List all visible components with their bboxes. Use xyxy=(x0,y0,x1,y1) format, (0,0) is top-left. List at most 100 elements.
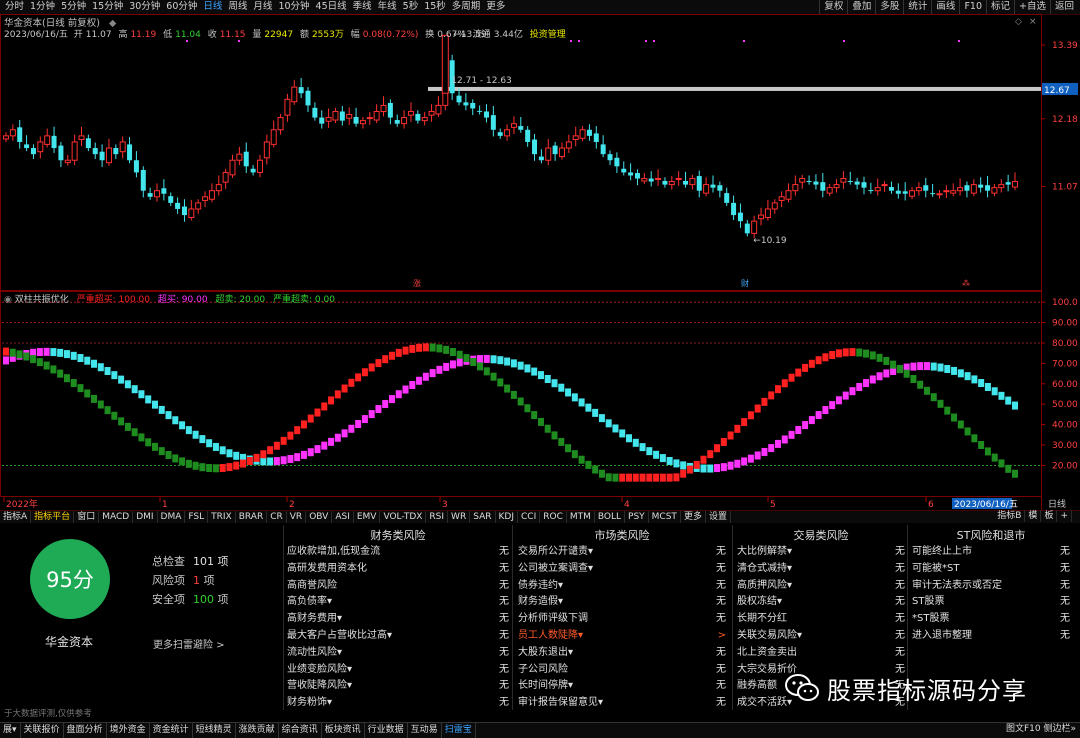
indicator-tab[interactable]: 更多 xyxy=(681,511,706,523)
indicator-tab[interactable]: SAR xyxy=(470,511,496,523)
indicator-tab[interactable]: DMI xyxy=(133,511,158,523)
risk-item[interactable]: 财务造假▾ 无 xyxy=(518,593,726,610)
bottom-tab[interactable]: 展▾ xyxy=(0,723,21,738)
indicator-tab-right[interactable]: 指标B xyxy=(994,510,1026,522)
risk-item[interactable]: 应收款增加,低现金流 无 xyxy=(287,543,509,560)
toolbar-button[interactable]: 叠加 xyxy=(847,0,875,14)
risk-item[interactable]: *ST股票 无 xyxy=(912,610,1070,627)
indicator-tab[interactable]: BOLL xyxy=(595,511,626,523)
indicator-tab[interactable]: MACD xyxy=(99,511,134,523)
indicator-tab[interactable]: RSI xyxy=(426,511,449,523)
risk-item[interactable]: 大股东退出▾ 无 xyxy=(518,644,726,661)
indicator-tab[interactable]: 指标平台 xyxy=(31,511,75,523)
risk-item[interactable]: 高负债率▾ 无 xyxy=(287,593,509,610)
risk-item[interactable]: 高商誉风险 无 xyxy=(287,577,509,594)
timeframe-tab[interactable]: 1分钟 xyxy=(27,0,58,14)
timeframe-tab[interactable]: 年线 xyxy=(375,0,400,14)
toolbar-button[interactable]: 标记 xyxy=(986,0,1014,14)
toolbar-button[interactable]: 返回 xyxy=(1049,0,1078,14)
industry-tag[interactable]: 投资管理 xyxy=(530,30,566,40)
risk-item[interactable]: 高质押风险▾ 无 xyxy=(737,577,905,594)
bottom-tab[interactable]: 扫雷宝 xyxy=(442,723,476,738)
risk-item[interactable]: 审计报告保留意见▾ 无 xyxy=(518,694,726,711)
risk-item[interactable]: 长期不分红 无 xyxy=(737,610,905,627)
risk-item[interactable]: 债券违约▾ 无 xyxy=(518,577,726,594)
indicator-tab[interactable]: OBV xyxy=(306,511,333,523)
bottom-tab[interactable]: 盘面分析 xyxy=(64,723,107,738)
indicator-tab[interactable]: BRAR xyxy=(236,511,268,523)
indicator-tab[interactable]: FSL xyxy=(185,511,209,523)
toolbar-button[interactable]: 统计 xyxy=(903,0,931,14)
indicator-tab[interactable]: DMA xyxy=(158,511,186,523)
timeframe-tab[interactable]: 月线 xyxy=(250,0,275,14)
toolbar-button[interactable]: 复权 xyxy=(819,0,847,14)
bottom-tab[interactable]: 综合资讯 xyxy=(279,723,322,738)
indicator-tab[interactable]: MCST xyxy=(649,511,681,523)
bottom-tab[interactable]: 境外资金 xyxy=(107,723,150,738)
risk-item[interactable]: 员工人数陡降▾ > xyxy=(518,627,726,644)
bottom-tab[interactable]: 行业数据 xyxy=(365,723,408,738)
bottom-tab[interactable]: 关联报价 xyxy=(21,723,64,738)
timeframe-tab[interactable]: 10分钟 xyxy=(275,0,312,14)
risk-item[interactable]: 清仓式减持▾ 无 xyxy=(737,560,905,577)
bottom-tab[interactable]: 资金统计 xyxy=(150,723,193,738)
indicator-tab[interactable]: VR xyxy=(287,511,307,523)
indicator-tab[interactable]: CR xyxy=(267,511,287,523)
timeframe-tab[interactable]: 15分钟 xyxy=(89,0,126,14)
toolbar-button[interactable]: F10 xyxy=(959,0,986,14)
risk-item[interactable]: 长时间停牌▾ 无 xyxy=(518,677,726,694)
timeframe-tab[interactable]: 周线 xyxy=(225,0,250,14)
timeframe-tab[interactable]: 更多 xyxy=(483,0,508,14)
indicator-tab-right[interactable]: + xyxy=(1057,510,1072,522)
risk-item[interactable]: 营收陡降风险▾ 无 xyxy=(287,677,509,694)
indicator-tab[interactable]: PSY xyxy=(625,511,649,523)
indicator-tab[interactable]: MTM xyxy=(567,511,595,523)
toolbar-button[interactable]: 画线 xyxy=(931,0,959,14)
risk-item[interactable]: 高财务费用▾ 无 xyxy=(287,610,509,627)
indicator-tab[interactable]: VOL-TDX xyxy=(380,511,427,523)
indicator-tab[interactable]: EMV xyxy=(354,511,381,523)
bottom-tab[interactable]: 短线精灵 xyxy=(193,723,236,738)
bottom-tab[interactable]: 板块资讯 xyxy=(322,723,365,738)
bottom-tab[interactable]: 涨跌贡献 xyxy=(236,723,279,738)
timeframe-tab[interactable]: 日线 xyxy=(200,0,225,14)
indicator-tab[interactable]: WR xyxy=(448,511,471,523)
risk-item[interactable]: 财务粉饰▾ 无 xyxy=(287,694,509,711)
indicator-tab[interactable]: TRIX xyxy=(208,511,236,523)
timeframe-tab[interactable]: 60分钟 xyxy=(163,0,200,14)
risk-item[interactable]: 公司被立案调查▾ 无 xyxy=(518,560,726,577)
indicator-tab[interactable]: ROC xyxy=(540,511,567,523)
risk-item[interactable]: 交易所公开谴责▾ 无 xyxy=(518,543,726,560)
timeframe-tab[interactable]: 多周期 xyxy=(449,0,484,14)
toolbar-button[interactable]: 多股 xyxy=(875,0,903,14)
risk-item[interactable]: 高研发费用资本化 无 xyxy=(287,560,509,577)
indicator-tab[interactable]: 指标A xyxy=(0,511,32,523)
f10-sidebar-link[interactable]: 图文F10 侧边栏» xyxy=(1006,722,1076,737)
indicator-tab[interactable]: 窗口 xyxy=(74,511,100,523)
indicator-name[interactable]: 双柱共振优化 xyxy=(15,295,69,305)
risk-item[interactable]: 分析师评级下调 无 xyxy=(518,610,726,627)
more-scan-link[interactable]: 更多扫雷避险 > xyxy=(153,636,225,651)
timeframe-tab[interactable]: 45日线 xyxy=(313,0,350,14)
risk-item[interactable]: ST股票 无 xyxy=(912,593,1070,610)
indicator-tab[interactable]: CCI xyxy=(518,511,541,523)
indicator-menu-icon[interactable]: ◉ xyxy=(4,295,12,305)
risk-item[interactable]: 北上资金卖出 无 xyxy=(737,644,905,661)
risk-item[interactable]: 业绩变脸风险▾ 无 xyxy=(287,661,509,678)
timeframe-tab[interactable]: 30分钟 xyxy=(126,0,163,14)
timeframe-tab[interactable]: 分时 xyxy=(2,0,27,14)
timeframe-tab[interactable]: 季线 xyxy=(350,0,375,14)
risk-item[interactable]: 股权冻结▾ 无 xyxy=(737,593,905,610)
risk-item[interactable]: 审计无法表示或否定 无 xyxy=(912,577,1070,594)
risk-item[interactable]: 可能终止上市 无 xyxy=(912,543,1070,560)
risk-item[interactable]: 大比例解禁▾ 无 xyxy=(737,543,905,560)
timeframe-tab[interactable]: 5分钟 xyxy=(58,0,89,14)
bottom-tab[interactable]: 互动易 xyxy=(408,723,442,738)
toolbar-button[interactable]: +自选 xyxy=(1014,0,1050,14)
risk-item[interactable]: 可能被*ST 无 xyxy=(912,560,1070,577)
risk-item[interactable]: 子公司风险 无 xyxy=(518,661,726,678)
indicator-tab-right[interactable]: 板 xyxy=(1041,510,1058,522)
indicator-tab[interactable]: KDJ xyxy=(496,511,518,523)
risk-item[interactable]: 进入退市整理 无 xyxy=(912,627,1070,644)
indicator-tab[interactable]: ASI xyxy=(332,511,354,523)
